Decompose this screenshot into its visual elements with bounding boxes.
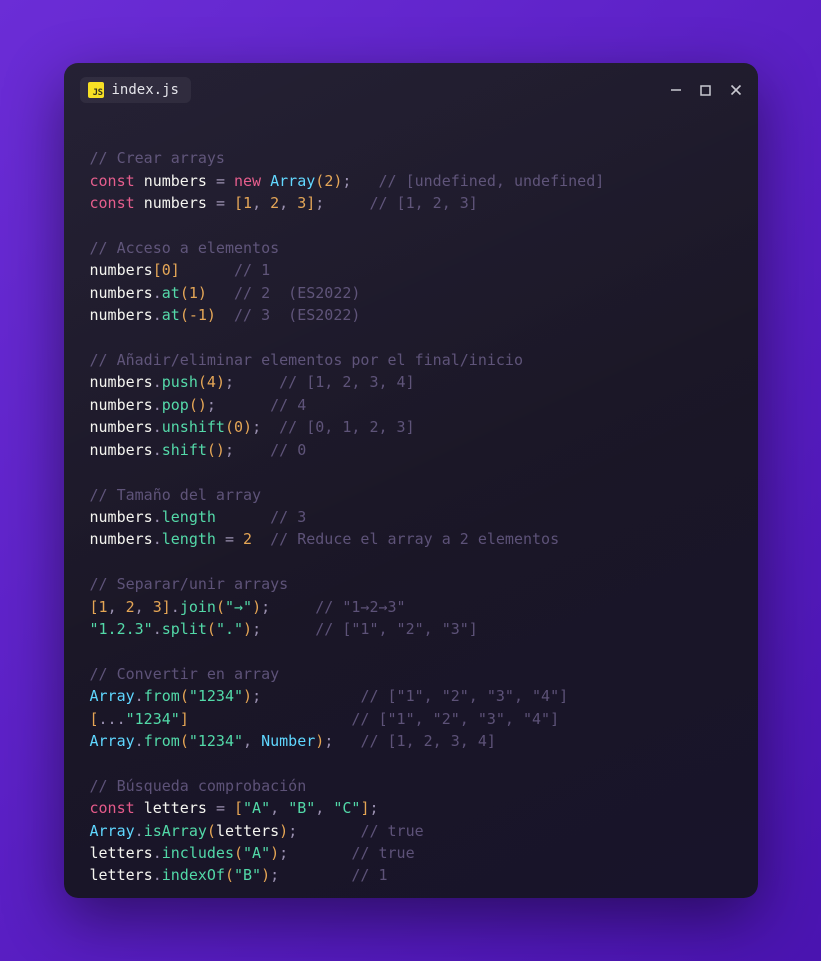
class-name: Array xyxy=(270,172,315,190)
comment: // Separar/unir arrays xyxy=(90,575,289,593)
code-content: // Crear arrays const numbers = new Arra… xyxy=(64,107,758,898)
comment: // Tamaño del array xyxy=(90,486,262,504)
window-controls xyxy=(668,82,744,98)
keyword: const xyxy=(90,172,135,190)
file-tab[interactable]: JS index.js xyxy=(80,77,191,103)
close-icon[interactable] xyxy=(728,82,744,98)
js-file-icon: JS xyxy=(88,82,104,98)
comment: // [undefined, undefined] xyxy=(379,172,605,190)
comment: // Crear arrays xyxy=(90,149,225,167)
maximize-icon[interactable] xyxy=(698,82,714,98)
comment: // Búsqueda comprobación xyxy=(90,777,307,795)
minimize-icon[interactable] xyxy=(668,82,684,98)
file-tab-label: index.js xyxy=(112,82,179,98)
editor-window: JS index.js // Crear arrays const number… xyxy=(64,63,758,898)
titlebar: JS index.js xyxy=(64,63,758,107)
comment: // Convertir en array xyxy=(90,665,280,683)
number: 2 xyxy=(324,172,333,190)
comment: // Acceso a elementos xyxy=(90,239,280,257)
comment: // Añadir/eliminar elementos por el fina… xyxy=(90,351,523,369)
identifier: numbers xyxy=(144,172,207,190)
